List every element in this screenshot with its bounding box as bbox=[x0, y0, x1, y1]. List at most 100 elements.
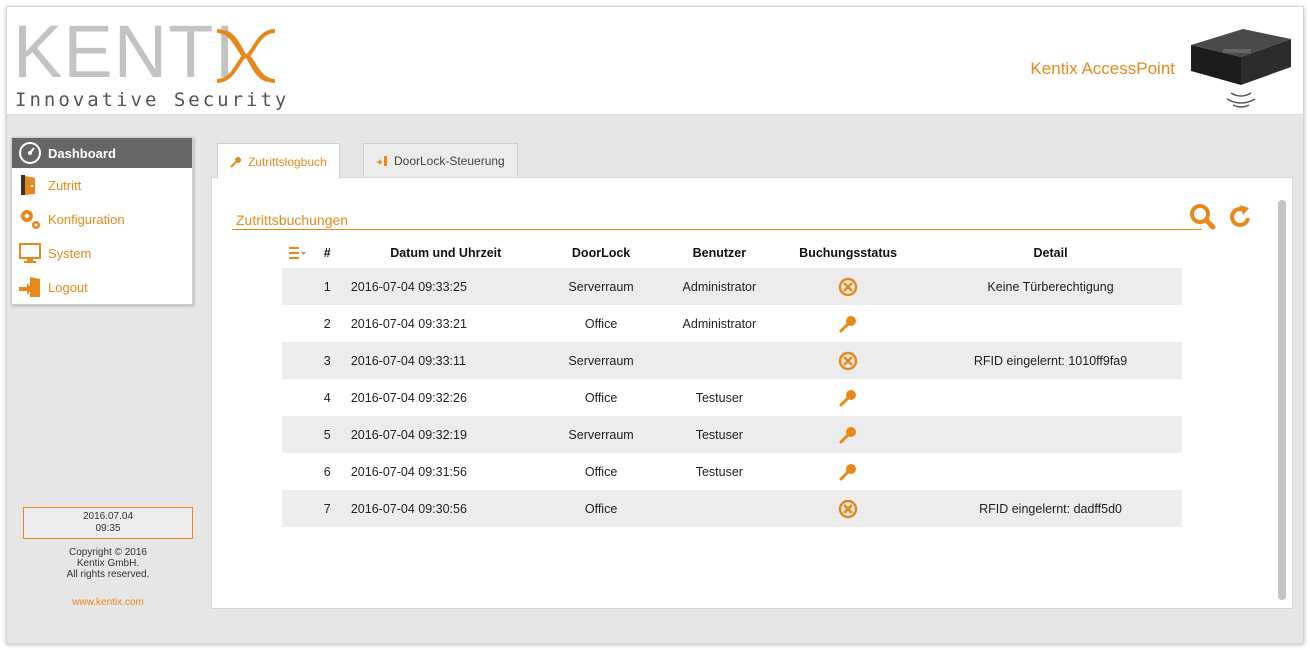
row-user: Testuser bbox=[661, 416, 778, 453]
row-detail: RFID eingelernt: 1010ff9fa9 bbox=[919, 342, 1182, 379]
row-number: 2 bbox=[323, 316, 331, 331]
sidebar-item-dashboard[interactable]: Dashboard bbox=[12, 138, 192, 168]
search-icon[interactable] bbox=[1190, 204, 1216, 230]
column-header-doorlock[interactable]: DoorLock bbox=[541, 238, 662, 268]
sidebar-item-label: Logout bbox=[48, 279, 88, 295]
clock-date: 2016.07.04 bbox=[82, 511, 134, 522]
sidebar-item-label: Konfiguration bbox=[48, 211, 125, 227]
door-arrow-icon bbox=[377, 155, 387, 166]
column-header-number[interactable]: # bbox=[314, 238, 341, 268]
tab-zutrittslogbuch[interactable]: Zutrittslogbuch bbox=[217, 143, 340, 179]
row-doorlock: Office bbox=[584, 390, 618, 405]
logo-wordmark: KENTI bbox=[13, 10, 236, 93]
copyright-line: Copyright © 2016 bbox=[69, 547, 147, 558]
row-spacer bbox=[282, 490, 314, 527]
copyright-notice: Copyright © 2016 Kentix GmbH. All rights… bbox=[23, 547, 193, 580]
row-status bbox=[777, 305, 919, 342]
vertical-scrollbar[interactable] bbox=[1278, 200, 1286, 600]
row-doorlock: Serverraum bbox=[540, 268, 662, 305]
tab-doorlock-steuerung[interactable]: DoorLock-Steuerung bbox=[363, 143, 518, 177]
logo-x-icon bbox=[216, 29, 276, 83]
key-icon bbox=[839, 315, 857, 332]
tab-label: DoorLock-Steuerung bbox=[394, 153, 505, 168]
key-icon bbox=[839, 426, 857, 443]
table-row[interactable]: 7 2016-07-04 09:30:56 Office RFID eingelern… bbox=[282, 490, 1182, 527]
row-user: Administrator bbox=[661, 268, 778, 305]
row-spacer bbox=[282, 416, 314, 453]
table-row[interactable]: 4 2016-07-04 09:32:26 Office Testuser bbox=[282, 379, 1182, 416]
row-detail: RFID eingelernt: dadff5d0 bbox=[919, 490, 1182, 527]
row-number: 4 bbox=[323, 390, 331, 405]
row-datetime: 2016-07-04 09:30:56 bbox=[340, 490, 541, 527]
copyright-line: All rights reserved. bbox=[66, 569, 150, 580]
row-datetime: 2016-07-04 09:33:25 bbox=[340, 268, 541, 305]
column-menu-icon bbox=[288, 247, 306, 260]
clock-time: 09:35 bbox=[95, 523, 121, 534]
denied-icon bbox=[838, 351, 858, 370]
row-user: Testuser bbox=[695, 390, 743, 405]
date-time-display: 2016.07.04 09:35 bbox=[23, 507, 193, 539]
row-status bbox=[777, 268, 920, 305]
sidebar-item-konfiguration[interactable]: Konfiguration bbox=[12, 202, 192, 236]
logout-icon bbox=[19, 277, 40, 297]
sidebar-item-system[interactable]: System bbox=[12, 236, 192, 270]
table-row[interactable]: 2 2016-07-04 09:33:21 Office Administrator bbox=[282, 305, 1182, 342]
row-detail bbox=[919, 416, 1182, 453]
row-spacer bbox=[282, 342, 314, 379]
refresh-icon[interactable] bbox=[1230, 205, 1250, 227]
table-header-row: # Datum und Uhrzeit DoorLock Benutzer Bu… bbox=[282, 238, 1182, 268]
row-datetime: 2016-07-04 09:32:19 bbox=[340, 416, 541, 453]
row-number: 1 bbox=[313, 268, 341, 305]
table-row[interactable]: 3 2016-07-04 09:33:11 Serverraum RFID einge… bbox=[282, 342, 1182, 379]
row-spacer bbox=[282, 453, 314, 490]
logo-tagline: Innovative Security bbox=[15, 89, 290, 111]
row-status bbox=[777, 342, 920, 379]
row-user bbox=[661, 342, 778, 379]
column-header-datetime[interactable]: Datum und Uhrzeit bbox=[341, 238, 541, 268]
row-number: 3 bbox=[313, 342, 341, 379]
row-detail bbox=[919, 453, 1182, 490]
column-header-user[interactable]: Benutzer bbox=[662, 238, 778, 268]
row-datetime: 2016-07-04 09:31:56 bbox=[350, 464, 467, 479]
sidebar-item-label: Zutritt bbox=[48, 177, 82, 193]
access-log-table: # Datum und Uhrzeit DoorLock Benutzer Bu… bbox=[282, 238, 1182, 527]
row-number: 7 bbox=[313, 490, 341, 527]
key-icon bbox=[839, 463, 857, 480]
denied-icon bbox=[838, 499, 858, 518]
website-link[interactable]: www.kentix.com bbox=[23, 597, 193, 608]
kentix-logo: KENTI Innovative Security bbox=[13, 10, 313, 112]
row-user: Testuser bbox=[695, 464, 743, 479]
table-row[interactable]: 1 2016-07-04 09:33:25 Serverraum Administra… bbox=[282, 268, 1182, 305]
row-spacer bbox=[282, 268, 314, 305]
sidebar-item-logout[interactable]: Logout bbox=[12, 270, 192, 304]
key-icon bbox=[230, 156, 241, 168]
column-menu-button[interactable] bbox=[282, 238, 314, 268]
column-header-status[interactable]: Buchungsstatus bbox=[777, 238, 919, 268]
copyright-line: Kentix GmbH. bbox=[76, 558, 140, 569]
section-divider bbox=[232, 229, 1202, 230]
monitor-icon bbox=[19, 243, 41, 263]
door-icon bbox=[21, 175, 35, 195]
sidebar-menu: Dashboard Zutritt Konfiguration System L… bbox=[11, 137, 193, 305]
row-user bbox=[661, 490, 778, 527]
row-doorlock: Office bbox=[584, 316, 618, 331]
sidebar-item-label: System bbox=[48, 245, 92, 261]
product-name: Kentix AccessPoint bbox=[1030, 59, 1175, 78]
row-user: Administrator bbox=[682, 316, 757, 331]
table-row[interactable]: 6 2016-07-04 09:31:56 Office Testuser bbox=[282, 453, 1182, 490]
gears-icon bbox=[21, 210, 40, 229]
row-status bbox=[777, 379, 919, 416]
column-header-detail[interactable]: Detail bbox=[919, 238, 1182, 268]
sidebar-item-label: Dashboard bbox=[48, 145, 116, 161]
sidebar-item-zutritt[interactable]: Zutritt bbox=[12, 168, 192, 202]
row-status bbox=[777, 453, 919, 490]
row-doorlock: Serverraum bbox=[540, 416, 662, 453]
row-spacer bbox=[282, 305, 314, 342]
table-row[interactable]: 5 2016-07-04 09:32:19 Serverraum Testuser bbox=[282, 416, 1182, 453]
row-doorlock: Office bbox=[584, 464, 618, 479]
denied-icon bbox=[838, 277, 858, 296]
row-status bbox=[777, 490, 920, 527]
header: KENTI Innovative Security Kentix AccessP… bbox=[7, 7, 1303, 115]
key-icon bbox=[839, 389, 857, 406]
row-doorlock: Office bbox=[540, 490, 662, 527]
